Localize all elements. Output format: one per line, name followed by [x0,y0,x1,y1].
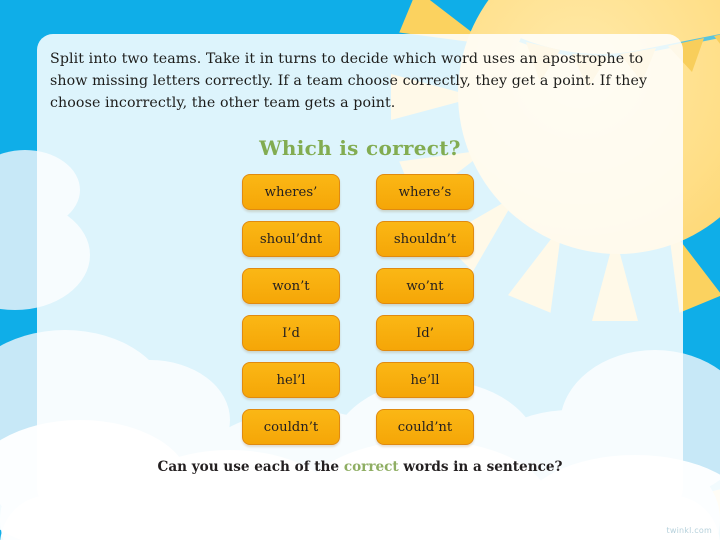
word-option-button[interactable]: where’s [376,174,474,210]
word-option-button[interactable]: wheres’ [242,174,340,210]
word-option-button[interactable]: hel’l [242,362,340,398]
footer-highlight: correct [343,459,399,475]
word-option-button[interactable]: couldn’t [242,409,340,445]
word-option-button[interactable]: could’nt [376,409,474,445]
footer-part1: Can you use each of the [157,459,344,475]
footer-part2: words in a sentence? [398,459,563,475]
page-title: Which is correct? [259,136,461,160]
footer-prompt: Can you use each of the correct words in… [37,459,683,475]
slide-canvas: Split into two teams. Take it in turns t… [0,0,720,540]
content-card: Split into two teams. Take it in turns t… [37,34,683,505]
watermark: twinkl.com [666,526,712,535]
word-option-button[interactable]: Id’ [376,315,474,351]
word-option-button[interactable]: shoul’dnt [242,221,340,257]
word-option-button[interactable]: he’ll [376,362,474,398]
word-option-button[interactable]: won’t [242,268,340,304]
word-option-button[interactable]: wo’nt [376,268,474,304]
word-choice-grid: wheres’ where’s shoul’dnt shouldn’t won’t wo’… [242,174,480,445]
word-option-button[interactable]: shouldn’t [376,221,474,257]
word-option-button[interactable]: I’d [242,315,340,351]
instructions-text: Split into two teams. Take it in turns t… [50,51,648,111]
